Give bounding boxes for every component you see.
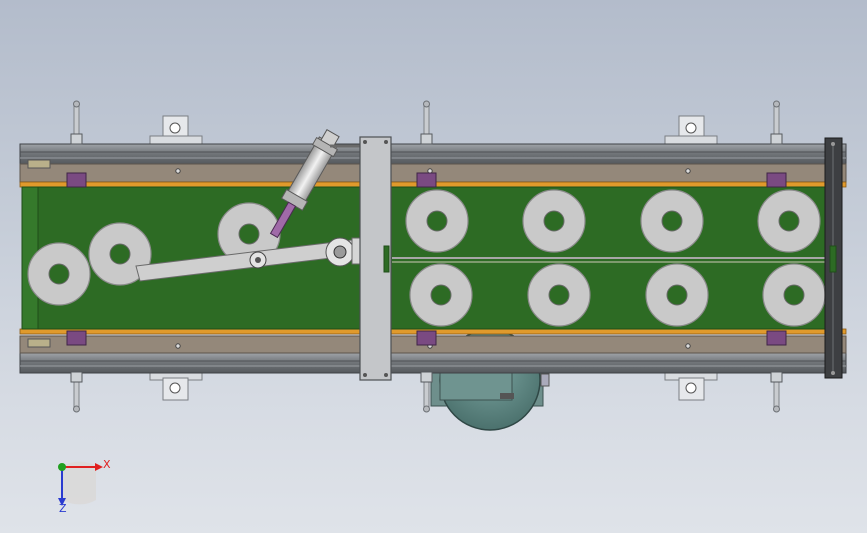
- axis-triad: [58, 461, 103, 506]
- center-mount-plate: [359, 136, 392, 381]
- x-axis-label: X: [103, 458, 111, 471]
- cad-viewport: X Z: [0, 0, 867, 533]
- z-axis-label: Z: [59, 502, 67, 515]
- end-drive-rail: [824, 137, 843, 379]
- conveyor-assembly: [19, 100, 847, 506]
